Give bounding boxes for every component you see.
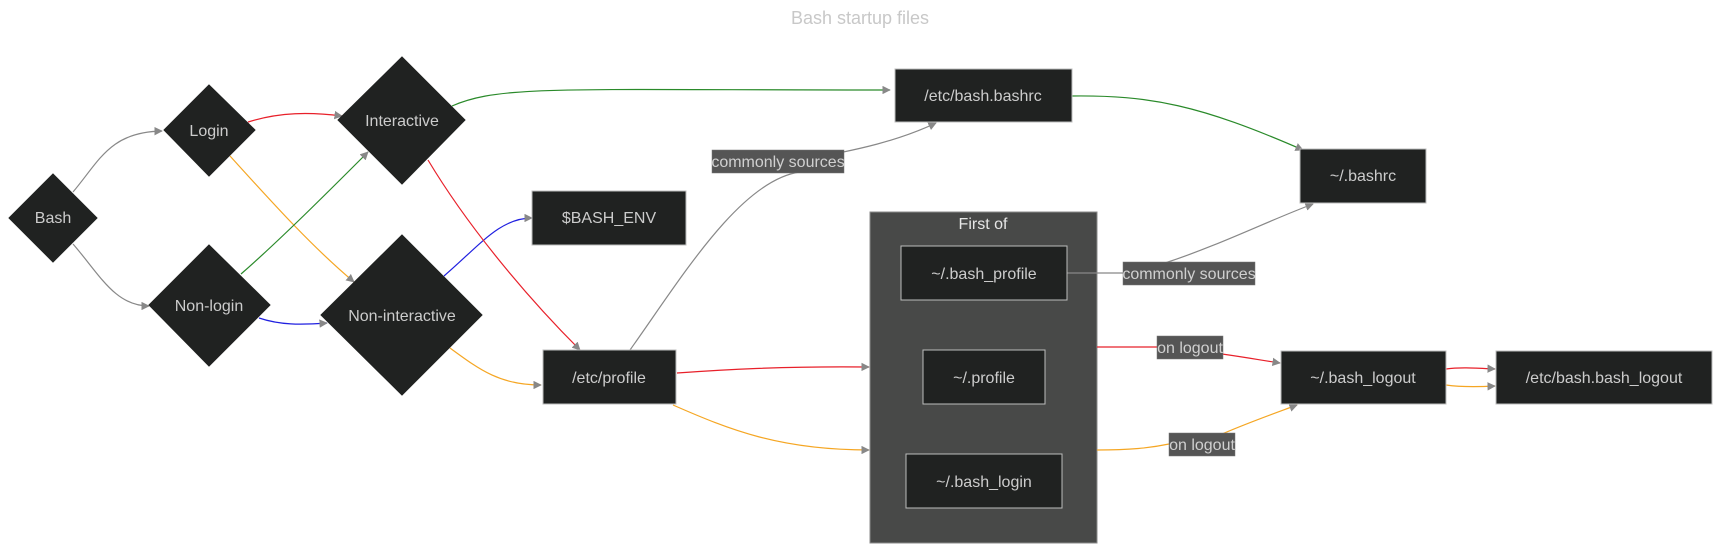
svg-text:on logout: on logout: [1169, 437, 1235, 454]
node-bash-profile[interactable]: ~/.bash_profile: [900, 245, 1068, 301]
edge-login-noninteractive: [229, 155, 355, 283]
svg-text:commonly sources: commonly sources: [1122, 266, 1255, 283]
edge-noninteractive-etcprofile: [449, 347, 542, 390]
svg-text:~/.profile: ~/.profile: [953, 370, 1015, 387]
edge-etcprofile-cluster-red: [676, 362, 870, 374]
svg-text:Non-login: Non-login: [175, 298, 243, 315]
svg-text:~/.bash_login: ~/.bash_login: [936, 474, 1032, 491]
svg-text:commonly sources: commonly sources: [711, 154, 844, 171]
svg-text:~/.bash_profile: ~/.bash_profile: [931, 266, 1037, 283]
diagram-canvas: Bash startup files First of commonly sou: [8, 8, 1713, 544]
edge-label-on-logout-1: on logout: [1156, 335, 1223, 360]
node-etc-profile[interactable]: /etc/profile: [542, 349, 677, 405]
edge-etcbashrc-bashrc: [1070, 95, 1304, 151]
svg-text:/etc/profile: /etc/profile: [572, 370, 646, 387]
node-bash-logout[interactable]: ~/.bash_logout: [1280, 350, 1447, 405]
edge-label-on-logout-2: on logout: [1168, 432, 1235, 457]
svg-text:~/.bash_logout: ~/.bash_logout: [1310, 370, 1416, 387]
node-bash[interactable]: Bash: [8, 173, 98, 263]
edge-cluster-logout-orange-b: [1221, 403, 1298, 435]
edge-nonlogin-noninteractive: [258, 317, 328, 328]
node-etc-bash-logout[interactable]: /etc/bash.bash_logout: [1495, 350, 1713, 405]
svg-text:$BASH_ENV: $BASH_ENV: [562, 210, 657, 227]
svg-text:on logout: on logout: [1157, 340, 1223, 357]
svg-text:/etc/bash.bashrc: /etc/bash.bashrc: [924, 88, 1041, 105]
node-nonlogin[interactable]: Non-login: [148, 244, 271, 367]
svg-text:Non-interactive: Non-interactive: [348, 308, 456, 325]
edge-logout-etclogout-red: [1445, 364, 1496, 373]
node-profile[interactable]: ~/.profile: [922, 349, 1046, 405]
edge-interactive-etcbashrc: [451, 85, 891, 107]
edge-login-interactive: [247, 110, 343, 123]
edge-label-commonly-sources-2: commonly sources: [1122, 261, 1256, 286]
edge-logout-etclogout-orange: [1445, 382, 1496, 391]
node-etc-bashrc[interactable]: /etc/bash.bashrc: [894, 68, 1073, 123]
svg-text:/etc/bash.bash_logout: /etc/bash.bash_logout: [1526, 370, 1683, 387]
edge-label-commonly-sources-1: commonly sources: [711, 149, 845, 174]
edge-nonlogin-interactive: [240, 151, 369, 275]
edge-bash-login: [72, 126, 163, 193]
node-bashrc[interactable]: ~/.bashrc: [1299, 148, 1427, 204]
svg-text:Interactive: Interactive: [365, 113, 439, 130]
node-noninteractive[interactable]: Non-interactive: [320, 234, 483, 396]
diagram-title: Bash startup files: [791, 8, 929, 28]
svg-text:Login: Login: [189, 123, 228, 140]
node-bash-login[interactable]: ~/.bash_login: [905, 453, 1063, 509]
cluster-label: First of: [959, 216, 1008, 233]
edge-cluster-logout-red-b: [1221, 353, 1281, 367]
edge-cluster-logout-orange-a: [1096, 443, 1170, 451]
svg-text:~/.bashrc: ~/.bashrc: [1330, 168, 1396, 185]
edge-etcprofile-cluster-orange: [672, 404, 870, 455]
node-bash-env[interactable]: $BASH_ENV: [531, 190, 687, 246]
edge-commonly-bashrc: [1164, 202, 1314, 264]
node-interactive[interactable]: Interactive: [337, 56, 466, 185]
edge-bash-nonlogin: [72, 243, 150, 311]
node-login[interactable]: Login: [163, 84, 256, 177]
svg-text:Bash: Bash: [35, 210, 71, 227]
